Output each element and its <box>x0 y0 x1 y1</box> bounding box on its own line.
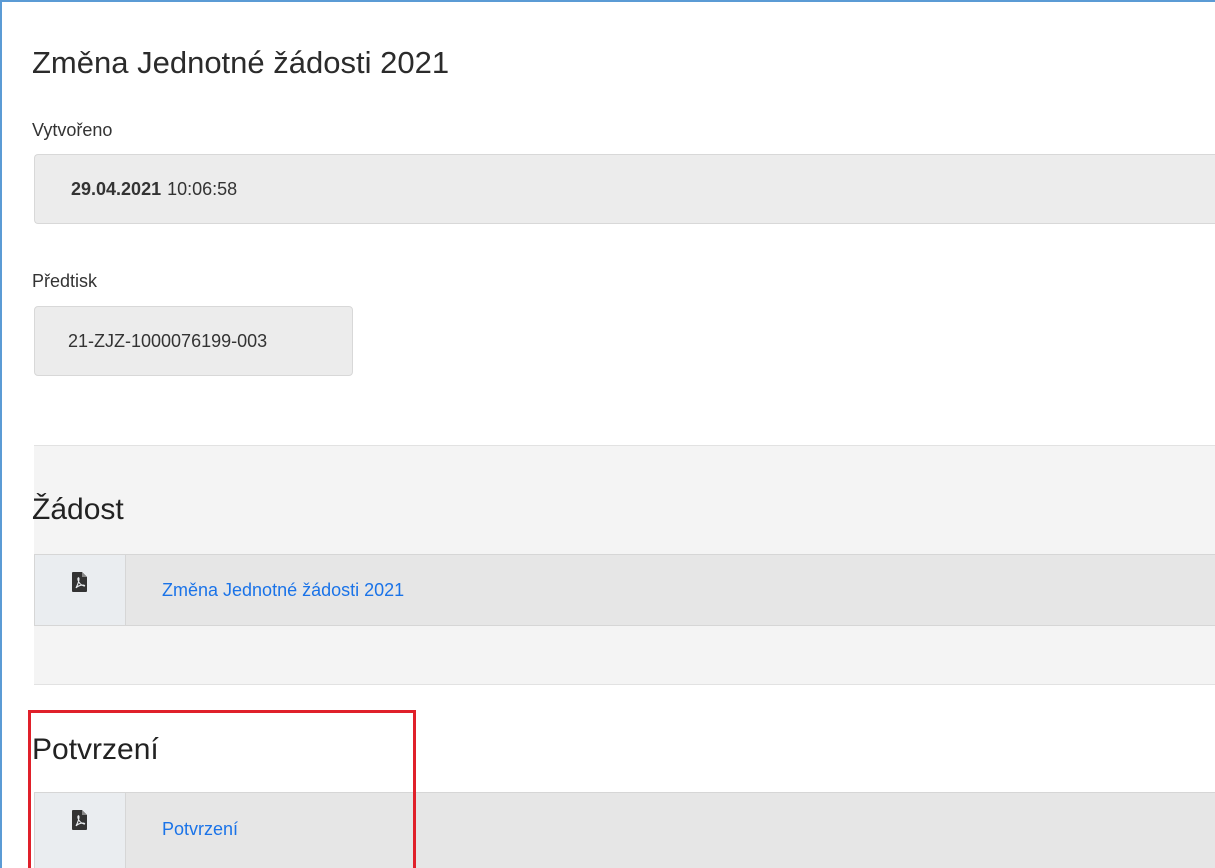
created-field: 29.04.2021 10:06:58 <box>34 154 1215 224</box>
predtisk-field: 21-ZJZ-1000076199-003 <box>34 306 353 376</box>
zadost-icon-cell <box>35 555 126 625</box>
zadost-document-link[interactable]: Změna Jednotné žádosti 2021 <box>126 555 404 625</box>
predtisk-label: Předtisk <box>32 271 98 291</box>
predtisk-value: 21-ZJZ-1000076199-003 <box>68 330 268 351</box>
pdf-file-icon <box>72 809 87 830</box>
potvrzeni-document-link[interactable]: Potvrzení <box>126 793 238 868</box>
potvrzeni-document-row: Potvrzení <box>34 792 1215 868</box>
created-time: 10:06:58 <box>167 178 238 199</box>
pdf-file-icon <box>72 572 87 592</box>
zadost-document-row: Změna Jednotné žádosti 2021 <box>34 554 1215 626</box>
page: Změna Jednotné žádosti 2021 Vytvořeno 29… <box>0 0 1215 868</box>
potvrzeni-heading: Potvrzení <box>32 733 159 766</box>
page-title: Změna Jednotné žádosti 2021 <box>32 45 450 80</box>
potvrzeni-icon-cell <box>35 793 126 868</box>
created-date: 29.04.2021 <box>71 178 162 199</box>
created-label: Vytvořeno <box>32 120 113 140</box>
zadost-heading: Žádost <box>32 493 124 526</box>
